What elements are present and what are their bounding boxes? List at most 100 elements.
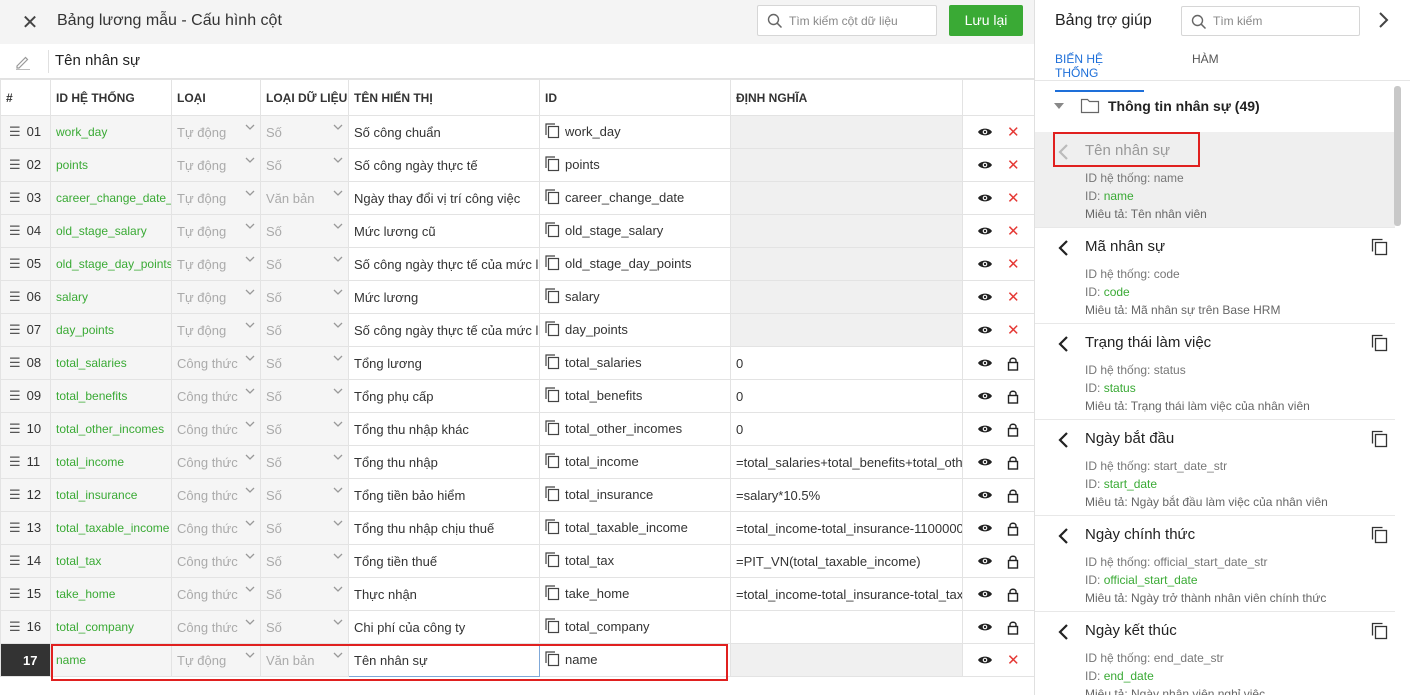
delete-icon[interactable]: ✕ [1007,224,1020,239]
eye-icon[interactable] [977,390,993,402]
table-row[interactable]: ☰ 08 total_salaries Công thức Số Tổng lương to… [0,346,1035,380]
eye-icon[interactable] [977,489,993,501]
copy-icon[interactable] [1371,238,1388,256]
delete-icon[interactable]: ✕ [1007,257,1020,272]
row-number-cell[interactable]: ☰ 15 [0,577,51,611]
copy-icon[interactable] [545,255,560,271]
row-number-cell[interactable]: ☰ 02 [0,148,51,182]
eye-icon[interactable] [977,555,993,567]
tab-functions[interactable]: HÀM [1192,52,1219,76]
table-row[interactable]: ☰ 01 work_day Tự động Số Số công chuẩn work_da… [0,115,1035,149]
data-type-select[interactable]: Số [260,313,349,347]
row-number-cell[interactable]: ☰ 01 [0,115,51,149]
data-type-select[interactable]: Số [260,214,349,248]
table-row[interactable]: ☰ 10 total_other_incomes Công thức Số Tổng th… [0,412,1035,446]
help-item[interactable]: Ngày kết thúc ID hệ thống: end_date_str ID… [1035,612,1395,695]
display-name-input[interactable]: Tổng lương [348,346,540,380]
display-name-input[interactable]: Số công ngày thực tế của mức l [348,313,540,347]
eye-icon[interactable] [977,324,993,336]
definition-input[interactable] [730,643,963,677]
display-name-input[interactable]: Số công ngày thực tế của mức l [348,247,540,281]
id-cell[interactable]: total_company [539,610,731,644]
display-name-input[interactable]: Tổng tiền thuế [348,544,540,578]
delete-icon[interactable]: ✕ [1007,290,1020,305]
lock-icon[interactable] [1007,587,1019,602]
close-icon[interactable]: ✕ [20,10,40,35]
id-cell[interactable]: work_day [539,115,731,149]
lock-icon[interactable] [1007,620,1019,635]
data-type-select[interactable]: Số [260,280,349,314]
type-select[interactable]: Tự động [171,247,261,281]
type-select[interactable]: Tự động [171,181,261,215]
display-name-input[interactable]: Số công chuẩn [348,115,540,149]
row-number-cell[interactable]: 17 [0,643,51,677]
help-search-input[interactable] [1213,7,1353,35]
copy-icon[interactable] [545,552,560,568]
definition-input[interactable]: =total_salaries+total_benefits+total_oth [730,445,963,479]
definition-input[interactable]: =salary*10.5% [730,478,963,512]
copy-icon[interactable] [545,618,560,634]
drag-handle-icon[interactable]: ☰ [9,157,21,172]
help-search-box[interactable] [1181,6,1360,36]
table-row[interactable]: ☰ 02 points Tự động Số Số công ngày thực tế po… [0,148,1035,182]
drag-handle-icon[interactable]: ☰ [9,289,21,304]
lock-icon[interactable] [1007,521,1019,536]
help-item[interactable]: Mã nhân sự ID hệ thống: code ID: code Miêu … [1035,228,1395,324]
copy-icon[interactable] [545,288,560,304]
definition-input[interactable] [730,214,963,248]
row-number-cell[interactable]: ☰ 09 [0,379,51,413]
eye-icon[interactable] [977,126,993,138]
row-number-cell[interactable]: ☰ 07 [0,313,51,347]
type-select[interactable]: Công thức [171,544,261,578]
data-type-select[interactable]: Số [260,148,349,182]
copy-icon[interactable] [545,453,560,469]
copy-icon[interactable] [545,585,560,601]
drag-handle-icon[interactable]: ☰ [9,355,21,370]
table-row[interactable]: ☰ 14 total_tax Công thức Số Tổng tiền thuế tot… [0,544,1035,578]
data-type-select[interactable]: Số [260,610,349,644]
chevron-left-icon[interactable] [1057,143,1069,161]
copy-icon[interactable] [1371,526,1388,544]
drag-handle-icon[interactable]: ☰ [9,586,21,601]
type-select[interactable]: Công thức [171,412,261,446]
data-type-select[interactable]: Văn bản [260,181,349,215]
id-cell[interactable]: total_benefits [539,379,731,413]
chevron-left-icon[interactable] [1057,623,1069,641]
id-cell[interactable]: total_tax [539,544,731,578]
delete-icon[interactable]: ✕ [1007,653,1020,668]
definition-input[interactable]: =total_income-total_insurance-total_tax [730,577,963,611]
drag-handle-icon[interactable]: ☰ [9,520,21,535]
display-name-input[interactable]: Chi phí của công ty [348,610,540,644]
scrollbar[interactable] [1394,86,1401,226]
definition-input[interactable] [730,280,963,314]
table-row[interactable]: ☰ 12 total_insurance Công thức Số Tổng tiền b… [0,478,1035,512]
copy-icon[interactable] [545,123,560,139]
definition-input[interactable] [730,313,963,347]
drag-handle-icon[interactable]: ☰ [9,256,21,271]
definition-input[interactable]: 0 [730,412,963,446]
id-cell[interactable]: salary [539,280,731,314]
drag-handle-icon[interactable]: ☰ [9,322,21,337]
table-row[interactable]: ☰ 07 day_points Tự động Số Số công ngày thực … [0,313,1035,347]
tab-system-variables[interactable]: BIẾN HỆ THỐNG [1055,52,1144,92]
column-search-box[interactable] [757,5,937,36]
delete-icon[interactable]: ✕ [1007,158,1020,173]
display-name-input[interactable]: Tên nhân sự [348,643,540,677]
row-number-cell[interactable]: ☰ 13 [0,511,51,545]
delete-icon[interactable]: ✕ [1007,191,1020,206]
display-name-input[interactable]: Ngày thay đổi vị trí công việc [348,181,540,215]
data-type-select[interactable]: Số [260,115,349,149]
drag-handle-icon[interactable]: ☰ [9,190,21,205]
row-number-cell[interactable]: ☰ 04 [0,214,51,248]
lock-icon[interactable] [1007,554,1019,569]
drag-handle-icon[interactable]: ☰ [9,124,21,139]
copy-icon[interactable] [545,354,560,370]
eye-icon[interactable] [977,456,993,468]
type-select[interactable]: Công thức [171,478,261,512]
row-number-cell[interactable]: ☰ 10 [0,412,51,446]
definition-input[interactable]: =total_income-total_insurance-1100000 [730,511,963,545]
copy-icon[interactable] [545,222,560,238]
data-type-select[interactable]: Số [260,577,349,611]
row-number-cell[interactable]: ☰ 03 [0,181,51,215]
type-select[interactable]: Công thức [171,445,261,479]
